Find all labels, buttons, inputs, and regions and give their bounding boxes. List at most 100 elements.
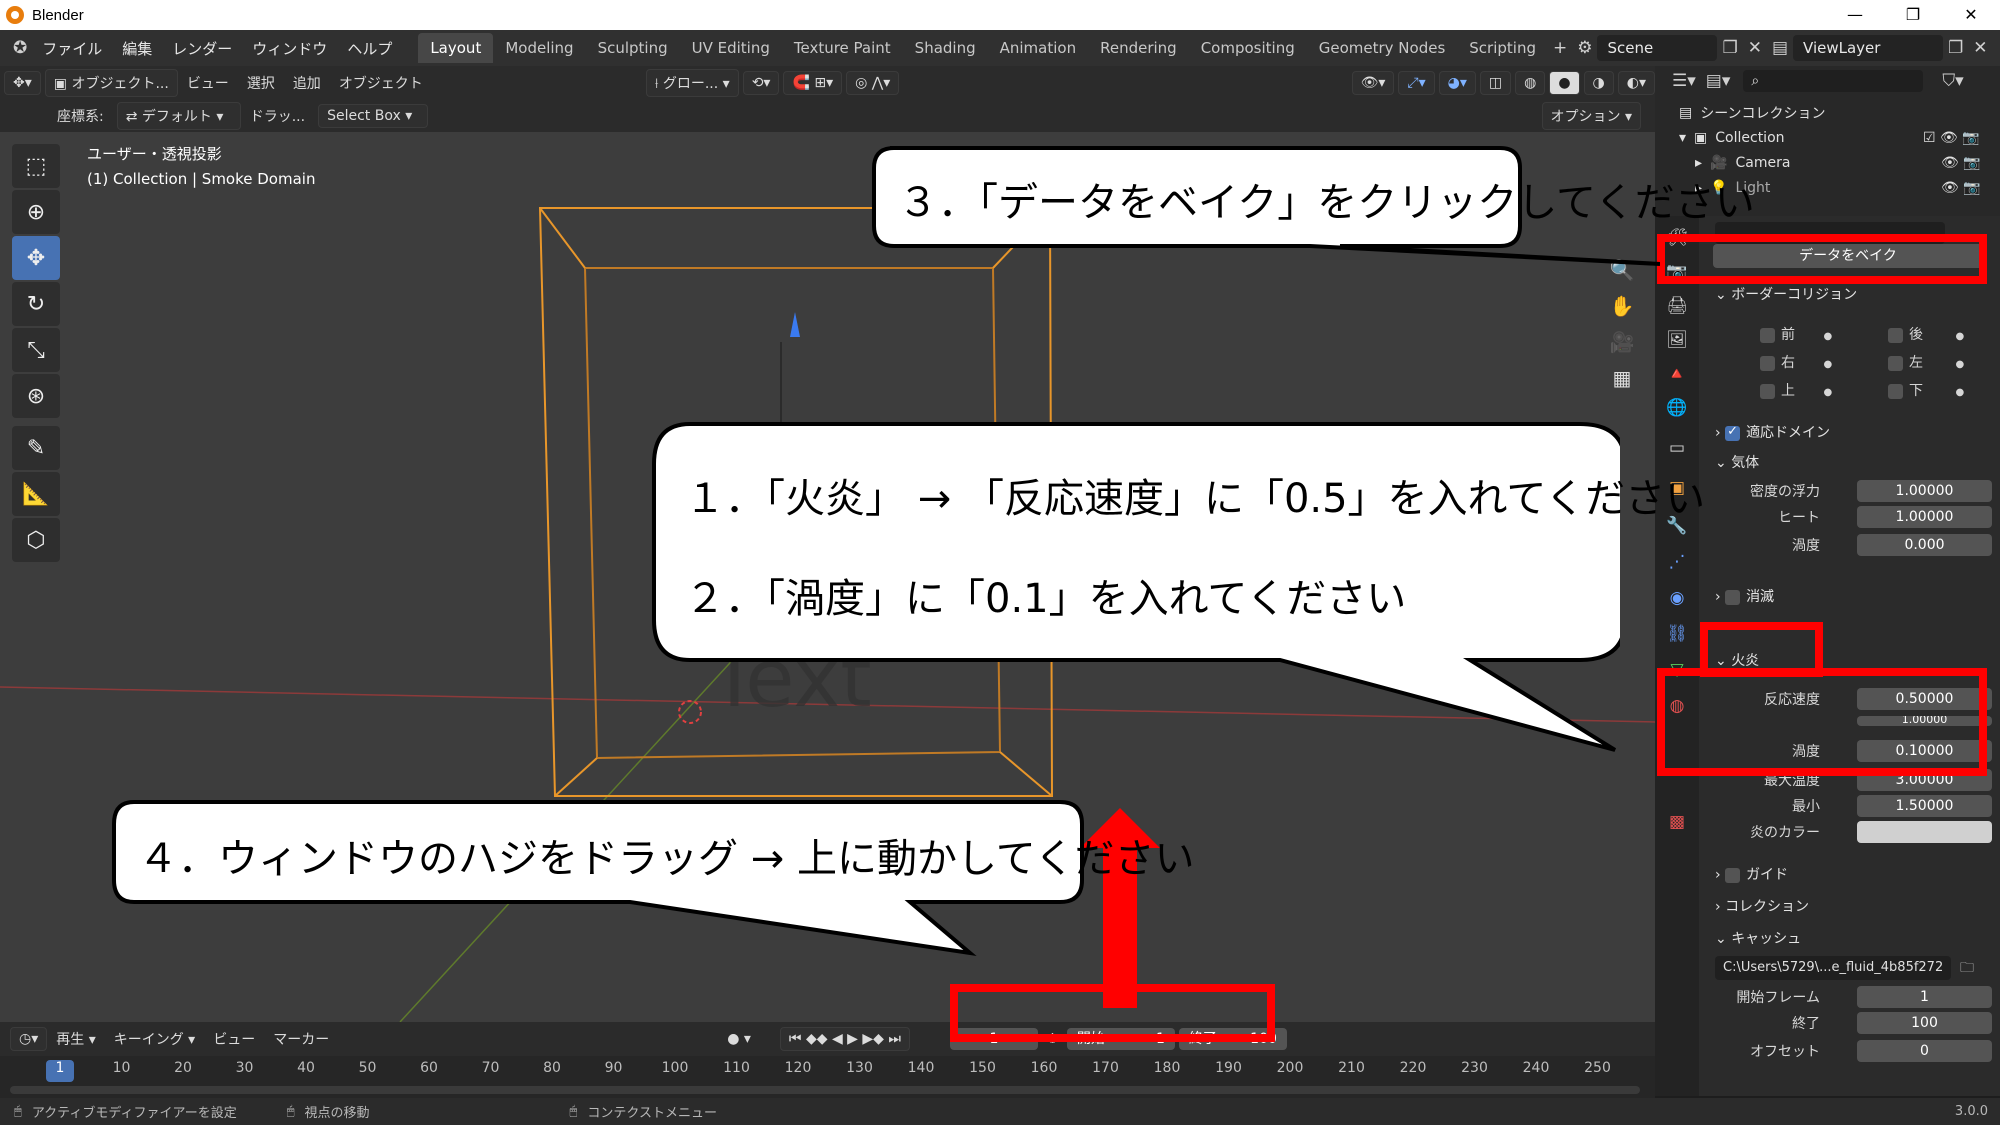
- border-top[interactable]: 上 ●: [1760, 380, 1832, 400]
- particles-tab-icon[interactable]: ⋰: [1663, 548, 1691, 576]
- border-back[interactable]: 後 ●: [1888, 324, 1964, 344]
- tab-scripting[interactable]: Scripting: [1457, 33, 1548, 63]
- physics-tab-icon[interactable]: ◉: [1663, 584, 1691, 612]
- border-bottom[interactable]: 下 ●: [1888, 380, 1964, 400]
- ortho-grid-icon[interactable]: ▦: [1604, 360, 1640, 396]
- cache-header[interactable]: ⌄ キャッシュ: [1715, 928, 1801, 948]
- collections-header[interactable]: › コレクション: [1715, 896, 1809, 916]
- tab-rendering[interactable]: Rendering: [1088, 33, 1189, 63]
- drag-selector[interactable]: Select Box ▾: [318, 104, 429, 128]
- scene-icon[interactable]: ⚙: [1572, 38, 1597, 58]
- outliner-row-scene-collection[interactable]: ▤ シーンコレクション: [1655, 100, 2000, 125]
- playback-controls[interactable]: ⏮ ◆◆ ◀ ▶ ▶◆ ⏭: [779, 1027, 910, 1051]
- maximize-button[interactable]: ❐: [1884, 0, 1942, 30]
- record-button[interactable]: ● ▾: [718, 1031, 760, 1047]
- light-visibility-icon[interactable]: 👁 📷: [1941, 180, 1981, 196]
- gas-header[interactable]: ⌄ 気体: [1715, 452, 1759, 472]
- view-layer-tab-icon[interactable]: 🖼: [1663, 326, 1691, 354]
- min-temp-field[interactable]: 1.50000: [1857, 795, 1992, 817]
- border-left[interactable]: 左 ●: [1888, 352, 1964, 372]
- annotate-tool-icon[interactable]: ✎: [12, 426, 60, 470]
- heat-field[interactable]: 1.00000: [1857, 506, 1992, 528]
- scene-selector[interactable]: Scene: [1597, 35, 1718, 61]
- add-workspace-button[interactable]: +: [1548, 38, 1572, 58]
- blender-menu-icon[interactable]: ✪: [8, 38, 32, 58]
- adaptive-domain-header[interactable]: › 適応ドメイン: [1715, 422, 1830, 442]
- view-layer-icon[interactable]: ▤: [1767, 38, 1793, 58]
- timeline-view-menu[interactable]: ビュー: [204, 1029, 264, 1049]
- texture-tab-icon[interactable]: ▩: [1663, 808, 1691, 836]
- tab-layout[interactable]: Layout: [418, 33, 494, 63]
- timeline-ruler[interactable]: 1 10 20 30 40 50 60 70 80 90 100 110 120 130 140 150 160…: [0, 1056, 1655, 1098]
- border-right[interactable]: 右 ●: [1760, 352, 1832, 372]
- guides-header[interactable]: › ガイド: [1715, 864, 1788, 884]
- collection-checkbox[interactable]: ☑ 👁 📷: [1923, 130, 1980, 146]
- view-menu[interactable]: ビュー: [178, 73, 238, 93]
- tab-shading[interactable]: Shading: [903, 33, 988, 63]
- select-menu[interactable]: 選択: [238, 73, 284, 93]
- mode-selector[interactable]: ▣ オブジェクト...: [44, 69, 178, 97]
- tab-compositing[interactable]: Compositing: [1189, 33, 1307, 63]
- timeline-scrollbar[interactable]: [10, 1086, 1640, 1094]
- add-menu[interactable]: 追加: [284, 73, 330, 93]
- border-front[interactable]: 前 ●: [1760, 324, 1832, 344]
- visibility-button[interactable]: 👁▾: [1351, 71, 1395, 95]
- menu-window[interactable]: ウィンドウ: [242, 38, 337, 59]
- menu-edit[interactable]: 編集: [112, 38, 162, 59]
- marker-menu[interactable]: マーカー: [264, 1029, 338, 1049]
- camera-view-icon[interactable]: 🎥: [1604, 324, 1640, 360]
- cache-path-input[interactable]: C:\Users\5729\...e_fluid_4b85f272: [1715, 956, 1951, 980]
- scene-close-icon[interactable]: ✕: [1743, 38, 1767, 58]
- transform-tool-icon[interactable]: ⊛: [12, 374, 60, 418]
- filter-icon[interactable]: ⛉▾: [1937, 71, 1968, 91]
- world-tab-icon[interactable]: 🌐: [1663, 394, 1691, 422]
- gas-vorticity-field[interactable]: 0.000: [1857, 534, 1992, 556]
- editor-type-button[interactable]: ✥▾: [4, 71, 41, 95]
- border-collision-header[interactable]: ⌄ ボーダーコリジョン: [1715, 284, 1857, 304]
- scene-copy-icon[interactable]: ❐: [1717, 38, 1742, 58]
- move-tool-icon[interactable]: ✥: [12, 236, 60, 280]
- camera-expand-icon[interactable]: ▸: [1695, 155, 1702, 171]
- overlay-button[interactable]: ◕▾: [1438, 71, 1476, 95]
- outliner-search-input[interactable]: ⌕: [1743, 69, 1924, 92]
- close-button[interactable]: ✕: [1942, 0, 2000, 30]
- scene-tab-icon[interactable]: 🔺: [1663, 360, 1691, 388]
- xray-button[interactable]: ◫: [1479, 71, 1512, 95]
- camera-visibility-icon[interactable]: 👁 📷: [1941, 155, 1981, 171]
- shading-wireframe-button[interactable]: ◍: [1515, 71, 1546, 95]
- output-tab-icon[interactable]: 🖨: [1663, 292, 1691, 320]
- transform-orientation-selector[interactable]: ⟊ グロー... ▾: [645, 69, 739, 97]
- shading-rendered-button[interactable]: ◐▾: [1617, 71, 1655, 95]
- folder-icon[interactable]: 🗀: [1955, 956, 1979, 980]
- constraints-tab-icon[interactable]: ⛓: [1663, 620, 1691, 648]
- keying-menu[interactable]: キーイング ▾: [105, 1029, 204, 1049]
- object-menu[interactable]: オブジェクト: [330, 73, 432, 93]
- timeline-editor-icon[interactable]: ◷▾: [10, 1027, 48, 1051]
- add-cube-tool-icon[interactable]: ⬡: [12, 518, 60, 562]
- proportional-edit-button[interactable]: ◎ ⋀▾: [846, 71, 900, 95]
- gizmo-button[interactable]: ⤢▾: [1398, 71, 1435, 95]
- outliner-row-collection[interactable]: ▾ ▣ Collection ☑ 👁 📷: [1655, 125, 2000, 150]
- rotate-tool-icon[interactable]: ↻: [12, 282, 60, 326]
- shading-material-button[interactable]: ◑: [1583, 71, 1614, 95]
- minimize-button[interactable]: —: [1826, 0, 1884, 30]
- options-button[interactable]: オプション ▾: [1541, 102, 1641, 130]
- dissolve-header[interactable]: › 消滅: [1715, 586, 1774, 606]
- collection-tab-icon[interactable]: ▭: [1663, 434, 1691, 462]
- tab-modeling[interactable]: Modeling: [493, 33, 585, 63]
- collection-expand-icon[interactable]: ▾: [1679, 130, 1686, 146]
- menu-help[interactable]: ヘルプ: [337, 38, 402, 59]
- scale-tool-icon[interactable]: ⤡: [12, 328, 60, 372]
- flame-color-swatch[interactable]: [1857, 821, 1992, 843]
- density-buoyancy-field[interactable]: 1.00000: [1857, 480, 1992, 502]
- outliner-editor-icon[interactable]: ☰▾: [1667, 71, 1701, 91]
- pivot-point-button[interactable]: ⟲▾: [742, 71, 780, 95]
- menu-render[interactable]: レンダー: [162, 38, 242, 59]
- tab-sculpting[interactable]: Sculpting: [586, 33, 680, 63]
- snap-button[interactable]: 🧲 ⊞▾: [783, 71, 843, 95]
- view-layer-copy-icon[interactable]: ❐: [1943, 38, 1968, 58]
- tab-geometry-nodes[interactable]: Geometry Nodes: [1307, 33, 1458, 63]
- select-box-tool-icon[interactable]: ⬚: [12, 144, 60, 188]
- tab-uv-editing[interactable]: UV Editing: [680, 33, 782, 63]
- offset-field[interactable]: 0: [1857, 1040, 1992, 1062]
